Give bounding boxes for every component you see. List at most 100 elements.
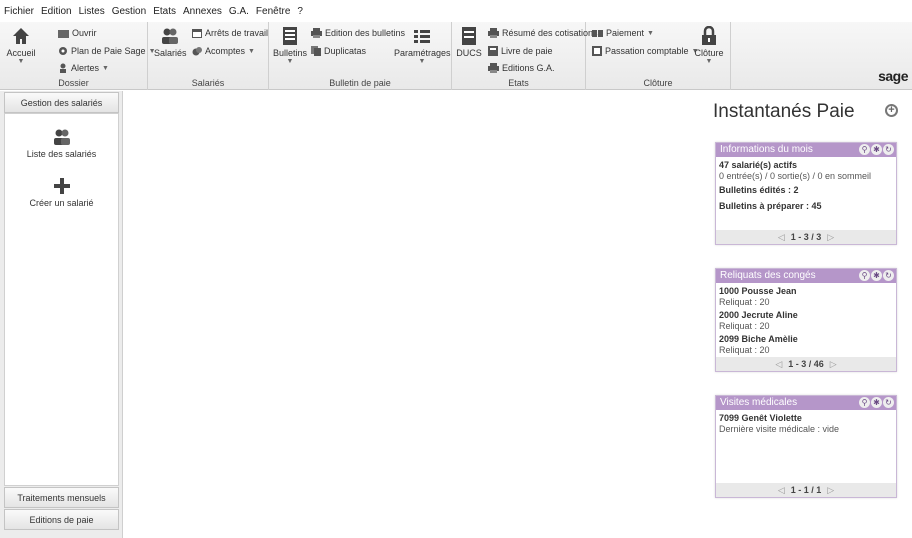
tab-gestion-salaries[interactable]: Gestion des salariés	[4, 92, 119, 113]
widget-controls: ⚲ ✱ ↻	[859, 397, 894, 408]
sidebar-item-liste-salaries[interactable]: Liste des salariés	[5, 128, 118, 159]
sidebar: Gestion des salariés Liste des salariés …	[0, 91, 123, 538]
passation-comptable-button[interactable]: Passation comptable ▼	[592, 46, 699, 56]
tab-editions-paie[interactable]: Editions de paie	[4, 509, 119, 530]
menu-edition[interactable]: Edition	[41, 6, 72, 17]
group-bulletin: Bulletins ▼ Edition des bulletins Duplic…	[269, 22, 452, 90]
menu-help[interactable]: ?	[297, 6, 303, 17]
widget-controls: ⚲ ✱ ↻	[859, 144, 894, 155]
sidebar-panel: Liste des salariés Créer un salarié	[4, 113, 119, 486]
printer-icon	[488, 28, 499, 38]
plan-paie-button[interactable]: Plan de Paie Sage ▼	[58, 46, 156, 56]
refresh-icon[interactable]: ↻	[883, 144, 894, 155]
accueil-button[interactable]: Accueil ▼	[4, 26, 38, 65]
list-item: 2000 Jecrute Aline	[719, 310, 798, 320]
editions-ga-button[interactable]: Editions G.A.	[488, 63, 555, 73]
refresh-icon[interactable]: ↻	[883, 397, 894, 408]
sidebar-item-creer-salarie[interactable]: Créer un salarié	[5, 177, 118, 208]
payment-icon	[592, 29, 603, 37]
arrets-travail-button[interactable]: Arrêts de travail	[192, 28, 268, 38]
edition-bulletins-button[interactable]: Edition des bulletins	[311, 28, 405, 38]
gear-icon	[59, 47, 67, 55]
menu-fichier[interactable]: Fichier	[4, 6, 34, 17]
search-icon[interactable]: ⚲	[859, 144, 870, 155]
ouvrir-button[interactable]: Ouvrir	[58, 28, 97, 38]
sidebar-item-label: Liste des salariés	[26, 149, 97, 159]
home-icon	[13, 28, 29, 44]
accounting-icon	[592, 46, 602, 56]
menu-ga[interactable]: G.A.	[229, 6, 249, 17]
widget-pager: ◁ 1 - 1 / 1 ▷	[716, 483, 896, 497]
sage-logo: sage	[878, 68, 908, 84]
widget-pager: ◁ 1 - 3 / 46 ▷	[716, 357, 896, 371]
people-icon	[53, 129, 70, 145]
plus-icon	[53, 178, 70, 194]
cloture-button[interactable]: Clôture ▼	[692, 26, 726, 65]
next-page-icon[interactable]: ▷	[830, 359, 837, 369]
resume-cotisations-button[interactable]: Résumé des cotisations	[488, 28, 598, 38]
search-icon[interactable]: ⚲	[859, 397, 870, 408]
sidebar-item-label: Créer un salarié	[29, 198, 94, 208]
copy-icon	[311, 46, 321, 56]
widget-body: 7099 Genêt Violette Dernière visite médi…	[716, 410, 896, 436]
alertes-button[interactable]: Alertes ▼	[58, 63, 109, 73]
widget-header: Reliquats des congés ⚲ ✱ ↻	[716, 269, 896, 283]
prev-page-icon[interactable]: ◁	[775, 359, 782, 369]
refresh-icon[interactable]: ↻	[883, 270, 894, 281]
widget-visites-medicales: Visites médicales ⚲ ✱ ↻ 7099 Genêt Violett…	[715, 395, 897, 498]
widget-header: Visites médicales ⚲ ✱ ↻	[716, 396, 896, 410]
group-salaries: Salariés Arrêts de travail Acomptes ▼ Sal…	[148, 22, 269, 90]
salaries-button[interactable]: Salariés	[154, 26, 187, 58]
group-cloture: Paiement ▼ Passation comptable ▼ Clôture ▼…	[586, 22, 731, 90]
widget-pager: ◁ 1 - 3 / 3 ▷	[716, 230, 896, 244]
prev-page-icon[interactable]: ◁	[778, 232, 785, 242]
livre-paie-button[interactable]: Livre de paie	[488, 46, 553, 56]
acomptes-button[interactable]: Acomptes ▼	[192, 46, 255, 56]
people-icon	[162, 28, 178, 44]
next-page-icon[interactable]: ▷	[827, 485, 834, 495]
page-title: Instantanés Paie	[713, 101, 855, 122]
menu-bar: Fichier Edition Listes Gestion Etats Ann…	[0, 0, 912, 22]
widget-header: Informations du mois ⚲ ✱ ↻	[716, 143, 896, 157]
search-icon[interactable]: ⚲	[859, 270, 870, 281]
menu-etats[interactable]: Etats	[153, 6, 176, 17]
widget-body: 47 salarié(s) actifs 0 entrée(s) / 0 sor…	[719, 160, 872, 211]
widget-informations-mois: Informations du mois ⚲ ✱ ↻ 47 salarié(s) a…	[715, 142, 897, 245]
group-dossier: Accueil ▼ Ouvrir Plan de Paie Sage ▼ Aler…	[0, 22, 156, 90]
ducs-button[interactable]: DUCS	[456, 26, 482, 58]
coins-icon	[192, 47, 202, 56]
list-item: 7099 Genêt Violette	[719, 413, 802, 423]
printer-icon	[311, 28, 322, 38]
prev-page-icon[interactable]: ◁	[778, 485, 785, 495]
list-item: 1000 Pousse Jean	[719, 286, 797, 296]
bulletins-button[interactable]: Bulletins ▼	[272, 26, 308, 65]
paiement-button[interactable]: Paiement ▼	[592, 28, 654, 38]
menu-fenetre[interactable]: Fenêtre	[256, 6, 290, 17]
settings-icon[interactable]: ✱	[871, 144, 882, 155]
folder-icon	[58, 29, 69, 38]
menu-gestion[interactable]: Gestion	[112, 6, 146, 17]
tab-traitements-mensuels[interactable]: Traitements mensuels	[4, 487, 119, 508]
parametrages-button[interactable]: Paramétrages ▼	[394, 26, 451, 65]
menu-annexes[interactable]: Annexes	[183, 6, 222, 17]
list-item: 2099 Biche Amèlie	[719, 334, 798, 344]
add-widget-button[interactable]: +	[885, 104, 898, 117]
group-etats: DUCS Résumé des cotisations Livre de pai…	[452, 22, 598, 90]
next-page-icon[interactable]: ▷	[827, 232, 834, 242]
group-label-etats: Etats	[508, 78, 529, 88]
calendar-icon	[192, 29, 202, 38]
ducs-document-icon	[462, 27, 476, 45]
group-label-bulletin: Bulletin de paie	[329, 78, 391, 88]
menu-listes[interactable]: Listes	[79, 6, 105, 17]
lock-icon	[702, 26, 716, 45]
settings-icon[interactable]: ✱	[871, 397, 882, 408]
group-label-dossier: Dossier	[58, 78, 89, 88]
ribbon: Accueil ▼ Ouvrir Plan de Paie Sage ▼ Aler…	[0, 22, 912, 90]
duplicatas-button[interactable]: Duplicatas	[311, 46, 366, 56]
settings-icon[interactable]: ✱	[871, 270, 882, 281]
book-icon	[488, 46, 498, 56]
group-label-cloture: Clôture	[643, 78, 673, 88]
document-icon	[283, 27, 297, 45]
group-label-salaries: Salariés	[191, 78, 225, 88]
widget-controls: ⚲ ✱ ↻	[859, 270, 894, 281]
